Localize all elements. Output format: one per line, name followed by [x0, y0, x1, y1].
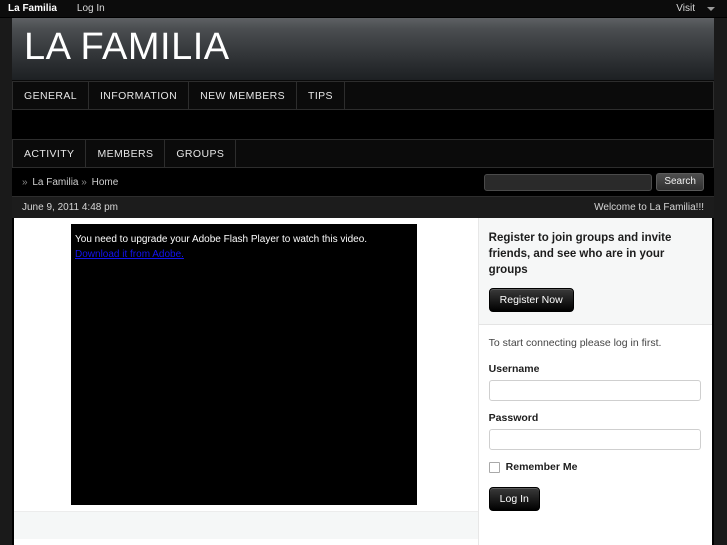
breadcrumb-link-la-familia[interactable]: La Familia [32, 177, 78, 188]
header-search-form: Search [484, 173, 712, 191]
breadcrumb: » La Familia » Home [22, 177, 118, 188]
breadcrumb-separator-1: » [22, 176, 28, 188]
nav-item-new-members[interactable]: NEW MEMBERS [189, 82, 298, 109]
flash-upgrade-message: You need to upgrade your Adobe Flash Pla… [75, 234, 368, 245]
password-field[interactable] [488, 429, 701, 450]
username-label: Username [488, 363, 540, 375]
login-note: To start connecting please log in first. [488, 337, 662, 349]
nav-item-tips[interactable]: TIPS [297, 82, 345, 109]
page-frame: LA FAMILIA GENERAL INFORMATION NEW MEMBE… [12, 18, 714, 545]
sidebar: Register to join groups and invite frien… [477, 218, 712, 545]
breadcrumb-separator-2: » [81, 176, 87, 188]
nav-item-activity[interactable]: ACTIVITY [12, 140, 87, 167]
header-search-button[interactable]: Search [656, 173, 704, 191]
adminbar-right-group: Visit [666, 0, 727, 18]
remember-me-checkbox[interactable] [488, 461, 500, 473]
status-bar: June 9, 2011 4:48 pm Welcome to La Famil… [12, 197, 714, 218]
register-panel: Register to join groups and invite frien… [478, 218, 712, 325]
password-label: Password [488, 412, 539, 424]
remember-me-row: Remember Me [488, 461, 702, 473]
username-field[interactable] [488, 380, 701, 401]
nav-item-information[interactable]: INFORMATION [88, 82, 190, 109]
nav-item-groups[interactable]: GROUPS [165, 140, 237, 167]
welcome-message: Welcome to La Familia!!! [594, 202, 704, 213]
nav-item-general[interactable]: GENERAL [12, 82, 89, 109]
breadcrumb-link-home[interactable]: Home [92, 177, 119, 188]
content-wrapper: You need to upgrade your Adobe Flash Pla… [14, 218, 712, 545]
video-player-placeholder: You need to upgrade your Adobe Flash Pla… [71, 224, 417, 505]
adminbar-visit-link[interactable]: Visit [666, 0, 705, 18]
secondary-navigation: ACTIVITY MEMBERS GROUPS [12, 139, 714, 168]
current-date: June 9, 2011 4:48 pm [22, 202, 118, 213]
site-header: LA FAMILIA [12, 18, 714, 81]
site-title[interactable]: LA FAMILIA [24, 24, 230, 70]
admin-bar: La Familia Log In Visit [0, 0, 727, 18]
chevron-down-icon[interactable] [707, 6, 715, 11]
nav-filler-secondary [236, 140, 714, 167]
breadcrumb-bar: » La Familia » Home Search [12, 168, 714, 197]
adminbar-site-name[interactable]: La Familia [0, 0, 67, 18]
header-search-input[interactable] [484, 173, 653, 191]
flash-download-link[interactable]: Download it from Adobe. [75, 247, 184, 262]
adminbar-login-link[interactable]: Log In [67, 0, 115, 18]
main-column: You need to upgrade your Adobe Flash Pla… [14, 218, 479, 545]
register-heading: Register to join groups and invite frien… [488, 232, 672, 276]
login-button[interactable]: Log In [488, 487, 540, 511]
main-content-divider [14, 511, 479, 539]
nav-item-members[interactable]: MEMBERS [86, 140, 166, 167]
register-now-button[interactable]: Register Now [488, 288, 574, 312]
remember-me-label[interactable]: Remember Me [506, 461, 578, 473]
login-panel: To start connecting please log in first.… [478, 325, 712, 521]
nav-filler [345, 82, 714, 109]
primary-navigation: GENERAL INFORMATION NEW MEMBERS TIPS [12, 81, 714, 110]
